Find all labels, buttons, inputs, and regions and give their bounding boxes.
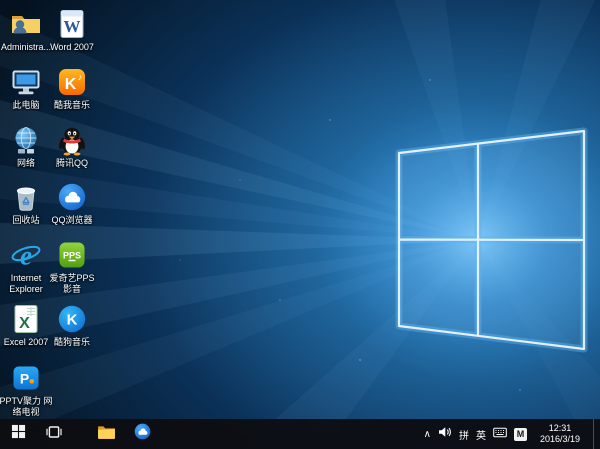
kuwo-music-icon: K ♪ bbox=[56, 66, 88, 98]
desktop-icon-label: Word 2007 bbox=[45, 42, 99, 53]
pps-icon: PPS bbox=[56, 239, 88, 271]
ime-language-indicator[interactable]: 英 bbox=[476, 419, 486, 449]
clock-time: 12:31 bbox=[540, 423, 580, 434]
svg-text:K: K bbox=[65, 76, 77, 93]
pptv-icon: P bbox=[10, 362, 42, 394]
ime-mode-badge[interactable]: M bbox=[514, 419, 527, 449]
desktop-icon-tencent-qq[interactable]: 腾讯QQ bbox=[45, 124, 99, 169]
desktop-icon-label: QQ浏览器 bbox=[45, 215, 99, 226]
recycle-bin-icon bbox=[10, 181, 42, 213]
kugou-music-icon: K bbox=[56, 303, 88, 335]
desktop-icon-label: PPTV聚力 网络电视 bbox=[0, 396, 53, 417]
qq-penguin-icon bbox=[56, 124, 88, 156]
desktop-icon-kuwo-music[interactable]: K ♪ 酷我音乐 bbox=[45, 66, 99, 111]
svg-text:e: e bbox=[20, 241, 32, 271]
taskbar-gap bbox=[72, 419, 88, 449]
svg-text:♪: ♪ bbox=[78, 72, 83, 82]
network-globe-icon bbox=[10, 124, 42, 156]
svg-text:X: X bbox=[19, 315, 30, 332]
svg-text:K: K bbox=[67, 312, 78, 329]
internet-explorer-icon: e bbox=[10, 239, 42, 271]
taskbar: ∧ 拼 英 bbox=[0, 419, 600, 449]
desktop: Administra... W Word 2007 bbox=[0, 0, 600, 419]
touch-keyboard-button[interactable] bbox=[493, 419, 507, 449]
chevron-up-icon: ∧ bbox=[424, 429, 431, 440]
excel-document-icon: X bbox=[10, 303, 42, 335]
keyboard-icon bbox=[493, 425, 507, 443]
desktop-icon-qq-browser[interactable]: QQ浏览器 bbox=[45, 181, 99, 226]
show-desktop-button[interactable] bbox=[593, 419, 598, 449]
qq-browser-icon bbox=[133, 422, 152, 446]
system-tray: ∧ 拼 英 bbox=[424, 419, 600, 449]
desktop-icon-word-2007[interactable]: W Word 2007 bbox=[45, 8, 99, 53]
word-document-icon: W bbox=[56, 8, 88, 40]
desktop-icon-label: 爱奇艺PPS 影音 bbox=[45, 273, 99, 294]
show-hidden-icons-chevron[interactable]: ∧ bbox=[424, 419, 431, 449]
svg-text:P: P bbox=[20, 371, 29, 387]
desktop-icon-pptv[interactable]: P PPTV聚力 网络电视 bbox=[0, 362, 53, 417]
this-pc-icon bbox=[10, 66, 42, 98]
svg-text:W: W bbox=[64, 17, 81, 36]
qq-browser-taskbar-button[interactable] bbox=[124, 419, 160, 449]
windows-desktop-screen: Administra... W Word 2007 bbox=[0, 0, 600, 449]
desktop-icon-label: 腾讯QQ bbox=[45, 158, 99, 169]
folder-icon bbox=[97, 423, 116, 445]
file-explorer-button[interactable] bbox=[88, 419, 124, 449]
desktop-icon-pps[interactable]: PPS 爱奇艺PPS 影音 bbox=[45, 239, 99, 294]
volume-button[interactable] bbox=[438, 419, 452, 449]
taskbar-clock[interactable]: 12:31 2016/3/19 bbox=[534, 423, 586, 445]
desktop-icon-label: 酷狗音乐 bbox=[45, 337, 99, 348]
windows-logo-icon bbox=[11, 424, 26, 444]
clock-date: 2016/3/19 bbox=[540, 434, 580, 445]
desktop-icon-kugou-music[interactable]: K 酷狗音乐 bbox=[45, 303, 99, 348]
taskbar-buttons bbox=[0, 419, 160, 449]
start-button[interactable] bbox=[0, 419, 36, 449]
task-view-button[interactable] bbox=[36, 419, 72, 449]
ime-pinyin-indicator[interactable]: 拼 bbox=[459, 419, 469, 449]
task-view-icon bbox=[46, 424, 62, 445]
desktop-icon-label: 酷我音乐 bbox=[45, 100, 99, 111]
svg-text:PPS: PPS bbox=[63, 251, 81, 261]
speaker-icon bbox=[438, 425, 452, 443]
qq-browser-icon bbox=[56, 181, 88, 213]
user-folder-icon bbox=[10, 8, 42, 40]
